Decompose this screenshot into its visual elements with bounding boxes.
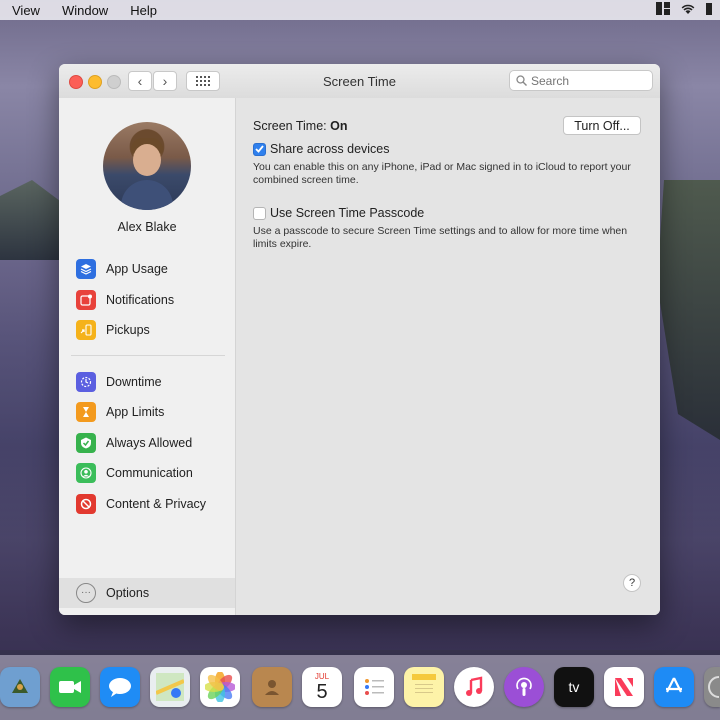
pickup-icon <box>76 320 96 340</box>
passcode-checkbox[interactable] <box>253 206 266 220</box>
menu-window[interactable]: Window <box>62 3 108 18</box>
battery-icon[interactable] <box>706 2 712 18</box>
share-across-devices-row[interactable]: Share across devices <box>253 142 390 156</box>
sidebar-item-always-allowed[interactable]: Always Allowed <box>59 429 235 457</box>
prohibited-icon <box>76 494 96 514</box>
search-field[interactable] <box>509 70 653 91</box>
maps-icon[interactable] <box>150 667 190 707</box>
user-name: Alex Blake <box>117 220 177 234</box>
help-button[interactable]: ? <box>623 574 641 592</box>
search-icon <box>516 75 527 86</box>
avatar[interactable] <box>103 122 191 210</box>
sidebar-item-options[interactable]: ··· Options <box>59 578 235 608</box>
checkmark-icon <box>255 145 264 153</box>
sidebar-divider <box>71 355 225 356</box>
sidebar-item-app-usage[interactable]: App Usage <box>59 255 235 283</box>
calendar-day: 5 <box>316 680 328 703</box>
menu-bar: View Window Help <box>0 0 720 20</box>
mail-stamp-icon[interactable] <box>0 667 40 707</box>
messages-icon[interactable] <box>100 667 140 707</box>
calendar-icon[interactable]: JUL 5 <box>302 667 342 707</box>
status-prefix: Screen Time: <box>253 119 327 133</box>
layers-icon <box>76 259 96 279</box>
sidebar-item-label: App Limits <box>106 405 165 419</box>
search-input[interactable] <box>531 73 641 88</box>
reminders-icon[interactable] <box>354 667 394 707</box>
sidebar-item-label: Content & Privacy <box>106 497 207 511</box>
downtime-icon <box>76 372 96 392</box>
contacts-icon[interactable] <box>252 667 292 707</box>
sidebar-item-label: Options <box>106 586 150 600</box>
calendar-month: JUL <box>314 671 330 681</box>
sidebar-item-label: App Usage <box>106 262 168 276</box>
screen-time-status: Screen Time: On <box>253 119 347 133</box>
podcasts-icon[interactable] <box>504 667 544 707</box>
sidebar-item-communication[interactable]: Communication <box>59 459 235 487</box>
status-value: On <box>330 119 348 133</box>
sidebar: Alex Blake App Usage Notifications Picku… <box>59 98 236 615</box>
passcode-row[interactable]: Use Screen Time Passcode <box>253 206 424 220</box>
checkmark-shield-icon <box>76 433 96 453</box>
sidebar-item-pickups[interactable]: Pickups <box>59 316 235 344</box>
sidebar-item-label: Notifications <box>106 293 175 307</box>
main-panel: Screen Time: On Turn Off... Share across… <box>236 98 660 615</box>
sidebar-item-label: Downtime <box>106 375 162 389</box>
split-view-icon[interactable] <box>656 2 670 18</box>
sidebar-item-notifications[interactable]: Notifications <box>59 286 235 314</box>
photos-icon[interactable] <box>200 667 240 707</box>
sidebar-item-app-limits[interactable]: App Limits <box>59 398 235 426</box>
sidebar-item-label: Communication <box>106 466 193 480</box>
menu-view[interactable]: View <box>12 3 40 18</box>
notes-icon[interactable] <box>404 667 444 707</box>
facetime-icon[interactable] <box>50 667 90 707</box>
ellipsis-icon: ··· <box>76 583 96 603</box>
person-icon <box>76 463 96 483</box>
sidebar-item-downtime[interactable]: Downtime <box>59 368 235 396</box>
sidebar-item-label: Pickups <box>106 323 150 337</box>
share-across-devices-checkbox[interactable] <box>253 142 266 156</box>
passcode-description: Use a passcode to secure Screen Time set… <box>253 225 628 250</box>
sidebar-item-content-privacy[interactable]: Content & Privacy <box>59 490 235 518</box>
title-bar: ‹ › Screen Time <box>59 64 660 99</box>
apple-tv-icon[interactable]: tv <box>554 667 594 707</box>
screen-time-window: ‹ › Screen Time Search Alex Blake App Us… <box>59 64 660 615</box>
sidebar-item-label: Always Allowed <box>106 436 193 450</box>
notification-icon <box>76 290 96 310</box>
news-icon[interactable] <box>604 667 644 707</box>
system-preferences-icon[interactable] <box>704 667 720 707</box>
share-description: You can enable this on any iPhone, iPad … <box>253 161 631 186</box>
music-icon[interactable] <box>454 667 494 707</box>
passcode-label: Use Screen Time Passcode <box>270 206 425 220</box>
menu-help[interactable]: Help <box>130 3 157 18</box>
hourglass-icon <box>76 402 96 422</box>
turn-off-button[interactable]: Turn Off... <box>563 116 641 135</box>
app-store-icon[interactable] <box>654 667 694 707</box>
wifi-icon[interactable] <box>680 3 696 18</box>
tv-label: tv <box>568 679 580 695</box>
share-across-devices-label: Share across devices <box>270 142 390 156</box>
